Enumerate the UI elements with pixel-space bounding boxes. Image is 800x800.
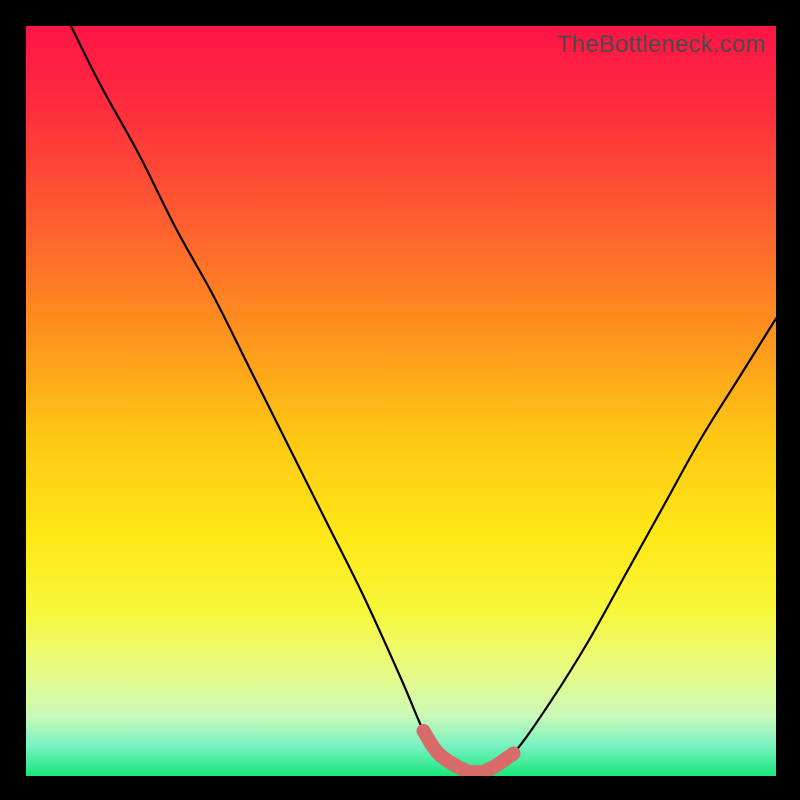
watermark-text: TheBottleneck.com — [557, 31, 766, 59]
frame: TheBottleneck.com — [0, 0, 800, 800]
gradient-background — [26, 26, 776, 776]
plot-area: TheBottleneck.com — [26, 26, 776, 776]
bottleneck-chart — [26, 26, 776, 776]
